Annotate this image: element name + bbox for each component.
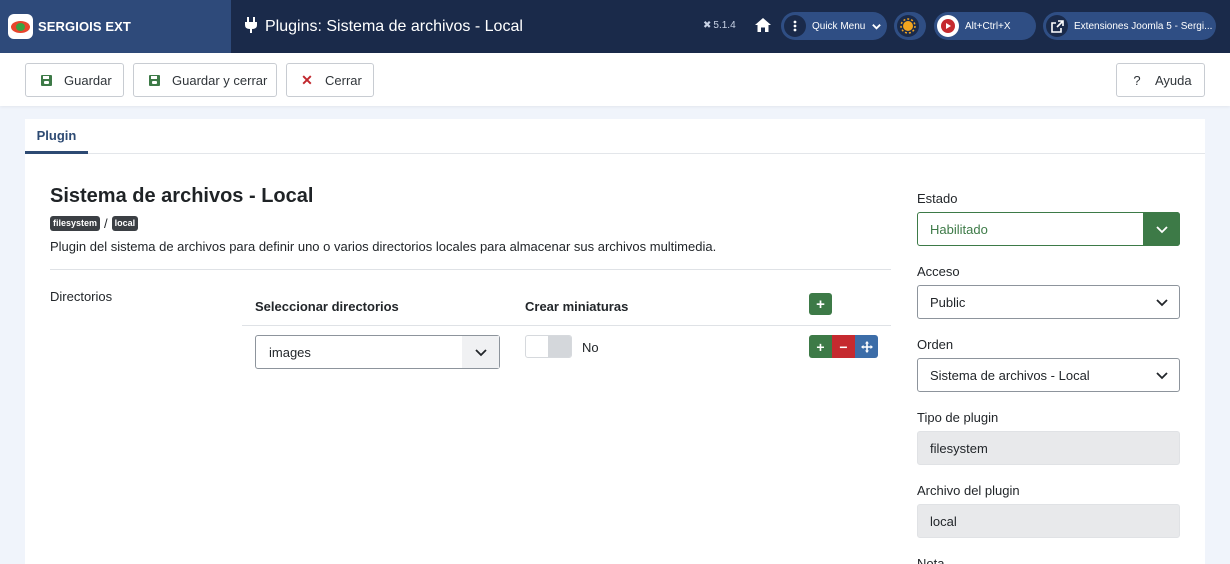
divider — [50, 269, 891, 270]
archivo-label: Archivo del plugin — [917, 483, 1020, 498]
row-actions: + − — [809, 335, 878, 358]
element-badge: local — [111, 216, 139, 231]
acceso-label: Acceso — [917, 264, 960, 279]
archivo-field: local — [917, 504, 1180, 538]
save-close-label: Guardar y cerrar — [172, 72, 268, 88]
help-button[interactable]: ? Ayuda — [1116, 63, 1205, 97]
row-divider — [242, 325, 891, 326]
chevron-down-icon — [1143, 212, 1180, 246]
tipo-field: filesystem — [917, 431, 1180, 465]
shortcut-label: Alt+Ctrl+X — [965, 20, 1011, 32]
chevron-down-icon — [1155, 368, 1169, 382]
directories-label: Directorios — [50, 289, 113, 304]
home-icon[interactable] — [754, 16, 772, 34]
minus-icon: − — [839, 338, 848, 355]
acceso-value: Public — [930, 294, 966, 310]
save-button[interactable]: Guardar — [25, 63, 124, 97]
save-label: Guardar — [64, 72, 112, 88]
brand-name: SERGIOIS EXT — [38, 19, 131, 34]
plus-icon: + — [816, 295, 825, 313]
chevron-down-icon — [462, 336, 499, 368]
add-row-button[interactable]: + — [809, 293, 832, 315]
move-icon — [860, 340, 873, 353]
directory-select[interactable]: images — [255, 335, 500, 369]
brand-logo-icon — [8, 14, 33, 39]
plugin-title: Sistema de archivos - Local — [50, 185, 314, 207]
thumbnails-toggle[interactable] — [525, 335, 572, 358]
play-icon — [937, 15, 959, 37]
chevron-down-icon — [871, 21, 882, 32]
help-label: Ayuda — [1155, 72, 1192, 88]
plus-icon: + — [816, 338, 825, 355]
estado-value: Habilitado — [930, 221, 988, 237]
top-header: SERGIOIS EXT Plugins: Sistema de archivo… — [0, 0, 1230, 53]
plugin-badges: filesystem / local — [50, 216, 139, 231]
brand[interactable]: SERGIOIS EXT — [0, 0, 231, 53]
question-icon: ? — [1133, 72, 1141, 88]
close-icon: ✕ — [301, 71, 313, 88]
kebab-icon — [784, 15, 806, 37]
tipo-value: filesystem — [930, 440, 988, 456]
sun-status-button[interactable] — [894, 12, 926, 40]
page-title: Plugins: Sistema de archivos - Local — [265, 17, 523, 35]
add-after-button[interactable]: + — [809, 335, 832, 358]
save-close-button[interactable]: Guardar y cerrar — [133, 63, 277, 97]
toolbar: Guardar Guardar y cerrar ✕ Cerrar ? Ayud… — [0, 53, 1230, 106]
orden-value: Sistema de archivos - Local — [930, 367, 1090, 383]
move-row-button[interactable] — [855, 335, 878, 358]
column-header-thumbnails: Crear miniaturas — [525, 299, 629, 314]
sun-icon — [897, 15, 919, 37]
plugin-description: Plugin del sistema de archivos para defi… — [50, 239, 717, 254]
version-number: 5.1.4 — [713, 20, 736, 31]
chevron-down-icon — [1155, 295, 1169, 309]
estado-select[interactable]: Habilitado — [917, 212, 1180, 246]
tab-plugin[interactable]: Plugin — [25, 119, 88, 154]
site-link-label: Extensiones Joomla 5 - Sergi... — [1074, 20, 1213, 32]
orden-label: Orden — [917, 337, 954, 352]
column-header-directory: Seleccionar directorios — [255, 299, 399, 314]
joomla-icon: ✖ — [703, 20, 712, 31]
tab-bar: Plugin — [25, 119, 1205, 154]
external-link-icon — [1046, 15, 1068, 37]
page-title-wrap: Plugins: Sistema de archivos - Local — [243, 17, 523, 36]
save-icon — [40, 74, 52, 86]
remove-row-button[interactable]: − — [832, 335, 855, 358]
estado-label: Estado — [917, 191, 958, 206]
close-button[interactable]: ✕ Cerrar — [286, 63, 374, 97]
directory-select-value: images — [269, 344, 311, 360]
nota-label: Nota — [917, 556, 945, 564]
archivo-value: local — [930, 513, 957, 529]
shortcut-button[interactable]: Alt+Ctrl+X — [934, 12, 1036, 40]
tipo-label: Tipo de plugin — [917, 410, 999, 425]
site-link-button[interactable]: Extensiones Joomla 5 - Sergi... — [1043, 12, 1216, 40]
edit-card: Plugin Sistema de archivos - Local files… — [25, 119, 1205, 564]
acceso-select[interactable]: Public — [917, 285, 1180, 319]
quick-menu-label: Quick Menu — [812, 20, 866, 32]
group-badge: filesystem — [50, 216, 101, 231]
quick-menu-button[interactable]: Quick Menu — [781, 12, 887, 40]
version-info: ✖ 5.1.4 — [703, 20, 736, 31]
orden-select[interactable]: Sistema de archivos - Local — [917, 358, 1180, 392]
thumbnails-toggle-label: No — [582, 340, 599, 355]
plug-icon — [243, 17, 259, 36]
save-icon — [148, 74, 160, 86]
badge-separator: / — [104, 216, 108, 231]
close-label: Cerrar — [325, 72, 362, 88]
